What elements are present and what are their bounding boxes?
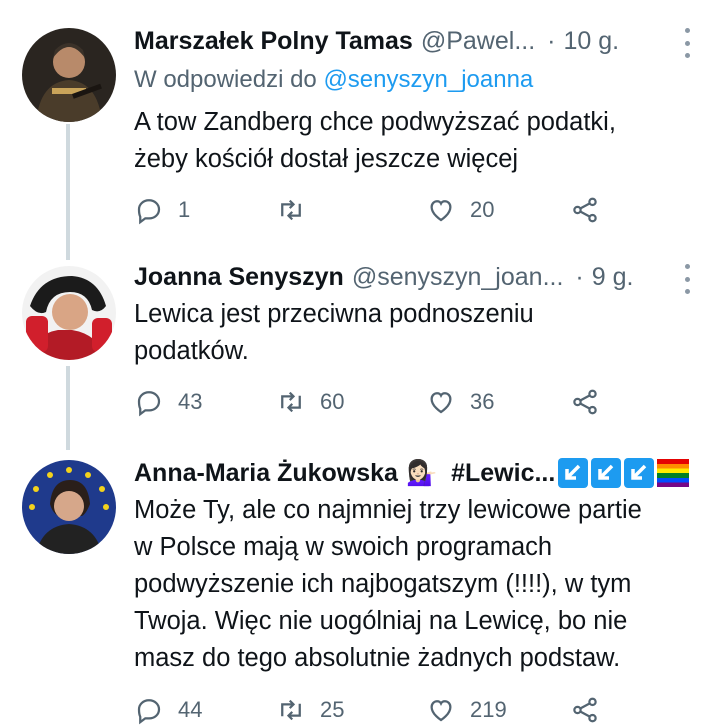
reply-count: 1 — [178, 197, 191, 222]
reply-to-label: W odpowiedzi do — [134, 66, 317, 93]
arrow-down-left-icon — [591, 458, 622, 488]
tweet-text-line: podwyższenie ich najbogatszym (!!!!), w … — [134, 570, 632, 598]
separator-dot: · — [575, 262, 584, 291]
tweet-text-line: masz do tego absolutnie żadnych podstaw. — [134, 644, 621, 672]
reply-icon — [137, 699, 161, 725]
reply-context: W odpowiedzi do @senyszyn_joanna — [134, 66, 533, 94]
reply-icon — [137, 391, 161, 417]
share-icon — [573, 697, 597, 723]
tweet-text-line: A tow Zandberg chce podwyższać podatki, — [134, 108, 616, 136]
name-hashtag: #Lewic... — [451, 458, 556, 487]
avatar[interactable] — [22, 460, 116, 554]
avatar[interactable] — [22, 28, 116, 122]
arrow-down-left-icon — [558, 458, 589, 488]
like-count: 36 — [470, 389, 495, 414]
timestamp[interactable]: 9 g. — [592, 263, 634, 292]
tweet-header: Joanna Senyszyn @senyszyn_joan... · 9 g. — [134, 260, 696, 294]
tweet-header: Marszałek Polny Tamas @Pawel... · 10 g. — [134, 24, 696, 58]
like-icon — [430, 392, 452, 414]
reply-button[interactable]: 43 — [134, 384, 202, 420]
author-name[interactable]: Marszałek Polny Tamas — [134, 27, 413, 56]
more-icon[interactable] — [682, 28, 692, 58]
like-count: 20 — [470, 197, 495, 222]
reply-count: 43 — [178, 389, 203, 414]
arrow-down-left-icon — [624, 458, 655, 488]
thread-line — [66, 124, 70, 260]
action-bar: 44 25 219 — [134, 692, 714, 728]
more-icon[interactable] — [682, 264, 692, 294]
retweet-icon — [281, 391, 301, 413]
tweet-text: A tow Zandberg chce podwyższać podatki, … — [134, 104, 704, 178]
like-button[interactable]: 219 — [426, 692, 507, 728]
retweet-count: 25 — [320, 697, 345, 722]
like-button[interactable]: 20 — [426, 192, 494, 228]
rainbow-flag-icon — [657, 459, 690, 487]
retweet-button[interactable] — [276, 192, 320, 228]
tweet-text-line: żeby kościół dostał jeszcze więcej — [134, 145, 519, 173]
retweet-button[interactable]: 25 — [276, 692, 344, 728]
reply-icon — [137, 199, 161, 225]
timestamp[interactable]: 10 g. — [563, 27, 619, 56]
retweet-button[interactable]: 60 — [276, 384, 344, 420]
tweet-text: Może Ty, ale co najmniej trzy lewicowe p… — [134, 492, 704, 677]
retweet-icon — [281, 199, 301, 221]
tweet-header: Anna-Maria Żukowska 💁🏻‍♀️ #Lewic... — [134, 456, 696, 490]
like-button[interactable]: 36 — [426, 384, 494, 420]
like-icon — [430, 700, 452, 722]
reply-count: 44 — [178, 697, 203, 722]
share-button[interactable] — [570, 192, 600, 228]
share-button[interactable] — [570, 384, 600, 420]
author-name[interactable]: Joanna Senyszyn — [134, 263, 344, 292]
avatar[interactable] — [22, 266, 116, 360]
tweet-text-line: podatków. — [134, 337, 249, 365]
tweet-text-line: Lewica jest przeciwna podnoszeniu — [134, 300, 534, 328]
tweet-2[interactable]: Joanna Senyszyn @senyszyn_joan... · 9 g.… — [0, 250, 714, 450]
share-button[interactable] — [570, 692, 600, 728]
action-bar: 1 20 — [134, 192, 714, 228]
thread-line — [66, 366, 70, 450]
tweet-text-line: Może Ty, ale co najmniej trzy lewicowe p… — [134, 496, 642, 524]
tweet-3[interactable]: Anna-Maria Żukowska 💁🏻‍♀️ #Lewic... Może… — [0, 440, 714, 725]
retweet-count: 60 — [320, 389, 345, 414]
name-emoji: 💁🏻‍♀️ — [405, 458, 438, 487]
tweet-text: Lewica jest przeciwna podnoszeniu podatk… — [134, 296, 704, 370]
tweet-text-line: Twoja. Więc nie uogólniaj na Lewicę, bo … — [134, 607, 628, 635]
author-handle[interactable]: @senyszyn_joan... — [352, 263, 564, 292]
tweet-1[interactable]: Marszałek Polny Tamas @Pawel... · 10 g. … — [0, 0, 714, 260]
tweet-text-line: w Polsce mają w swoich programach — [134, 533, 553, 561]
share-icon — [573, 197, 597, 223]
separator-dot: · — [547, 26, 556, 55]
author-name[interactable]: Anna-Maria Żukowska — [134, 459, 398, 488]
reply-mention-link[interactable]: @senyszyn_joanna — [323, 66, 533, 93]
reply-button[interactable]: 1 — [134, 192, 190, 228]
author-handle[interactable]: @Pawel... — [421, 27, 535, 56]
retweet-icon — [281, 699, 301, 721]
like-icon — [430, 200, 452, 222]
reply-button[interactable]: 44 — [134, 692, 202, 728]
like-count: 219 — [470, 697, 507, 722]
share-icon — [573, 389, 597, 415]
action-bar: 43 60 36 — [134, 384, 714, 420]
